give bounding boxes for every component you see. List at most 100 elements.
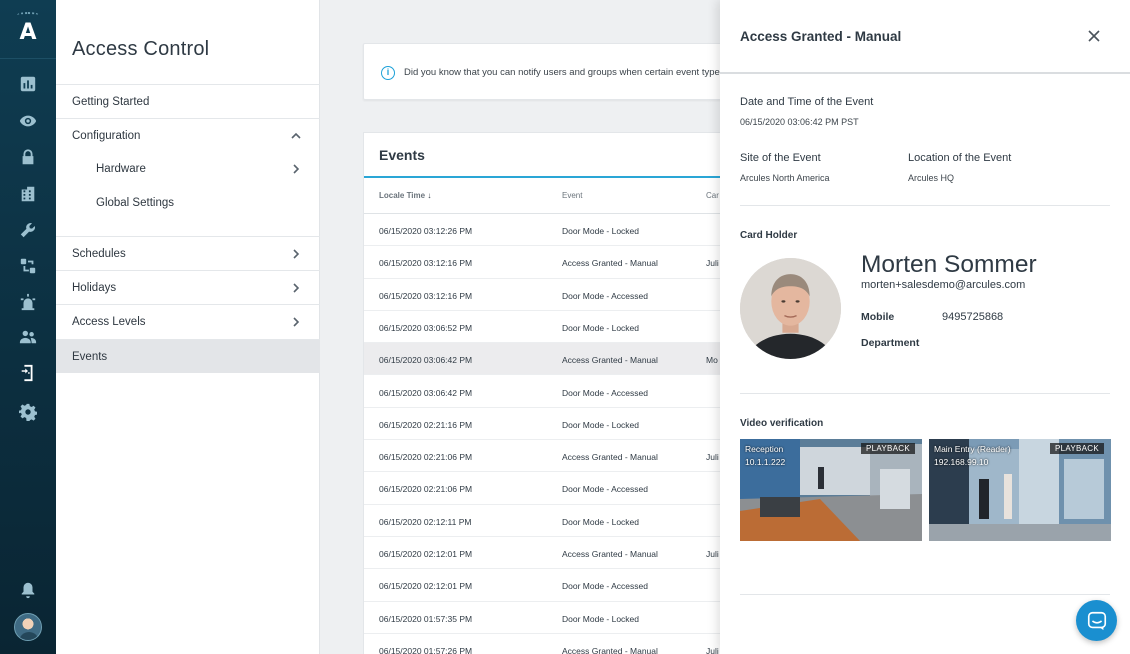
drawer-title: Access Granted - Manual [740,29,902,44]
playback-badge[interactable]: PLAYBACK [860,443,915,454]
datetime-label: Date and Time of the Event [740,96,874,108]
bell-icon[interactable] [16,578,40,602]
nav-item-configuration[interactable]: Configuration [56,118,320,152]
cell-event: Access Granted - Manual [562,549,658,559]
table-row[interactable]: 06/15/2020 02:12:01 PM Access Granted - M… [364,537,762,570]
divider [740,594,1110,595]
cell-event: Access Granted - Manual [562,258,658,269]
chevron-right-icon [290,163,302,175]
logo-letter: A [19,19,37,45]
table-row[interactable]: 06/15/2020 03:06:42 PM Door Mode - Access… [364,376,762,408]
camera-tile-main-entry[interactable]: Main Entry (Reader) 192.168.99.10 PLAYBA… [929,439,1111,541]
nav-item-hardware[interactable]: Hardware [56,152,320,186]
cell-event: Door Mode - Locked [562,226,640,236]
chevron-up-icon [290,130,302,142]
nav-item-label: Events [72,350,108,363]
cell-time: 06/15/2020 03:06:52 PM [379,322,473,333]
table-row[interactable]: 06/15/2020 03:06:52 PM Door Mode - Locked [364,311,762,344]
cell-card: Juli [706,645,719,654]
door-access-icon[interactable] [16,361,40,385]
cell-event: Door Mode - Accessed [562,581,648,592]
table-header: Locale Time ↓ Event Car [364,176,762,214]
cell-time: 06/15/2020 02:12:11 PM [379,516,472,527]
camera-feed-image [929,439,1111,541]
cell-time: 06/15/2020 03:12:16 PM [379,290,473,301]
table-row[interactable]: 06/15/2020 02:21:16 PM Door Mode - Locked [364,408,762,441]
cell-time: 06/15/2020 02:12:01 PM [379,549,473,559]
logo-dots [17,12,39,18]
cell-event: Door Mode - Accessed [562,484,648,495]
table-row[interactable]: 06/15/2020 03:12:16 PM Door Mode - Access… [364,279,762,311]
cell-event: Door Mode - Accessed [562,387,648,398]
cardholder-name: Morten Sommer [861,251,1037,278]
cell-card: Juli [706,258,719,269]
cell-card: Juli [706,549,719,559]
chat-icon [1087,611,1106,630]
nav-item-label: Configuration [72,129,141,142]
icon-rail: A [0,0,56,654]
datetime-value: 06/15/2020 03:06:42 PM PST [740,117,859,127]
playback-badge[interactable]: PLAYBACK [1049,443,1104,454]
info-icon: i [381,66,395,80]
mobile-label: Mobile [861,311,895,323]
cell-event: Door Mode - Locked [562,516,640,527]
table-row[interactable]: 06/15/2020 02:21:06 PM Access Granted - M… [364,440,762,473]
table-row[interactable]: 06/15/2020 02:21:06 PM Door Mode - Access… [364,472,762,505]
cell-time: 06/15/2020 02:21:16 PM [379,419,473,430]
cell-time: 06/15/2020 03:06:42 PM [379,355,473,366]
table-row[interactable]: 06/15/2020 03:12:16 PM Access Granted - M… [364,246,762,279]
video-verification-label: Video verification [740,418,824,429]
table-row[interactable]: 06/15/2020 03:06:42 PM Access Granted - M… [364,343,762,376]
cardholder-label: Card Holder [740,230,798,241]
users-icon[interactable] [16,325,40,349]
column-header-time[interactable]: Locale Time ↓ [379,191,431,200]
camera-ip: 192.168.99.10 [934,457,989,467]
nav-title: Access Control [72,38,210,60]
chevron-right-icon [290,316,302,328]
column-header-event[interactable]: Event [562,191,582,200]
nav-item-global-settings[interactable]: Global Settings [56,186,320,220]
lock-icon[interactable] [16,145,40,169]
nav-item-schedules[interactable]: Schedules [56,236,320,270]
camera-ip: 10.1.1.222 [745,457,786,467]
access-control-nav: Access Control Getting Started Configura… [56,0,320,654]
wrench-icon[interactable] [16,218,40,242]
dashboard-icon[interactable] [16,72,40,96]
site-value: Arcules North America [740,173,830,183]
building-icon[interactable] [16,182,40,206]
eye-icon[interactable] [16,109,40,133]
close-icon[interactable] [1086,28,1102,44]
cell-event: Door Mode - Accessed [562,290,648,301]
events-card: Events Locale Time ↓ Event Car 06/15/202… [363,132,763,654]
table-row[interactable]: 06/15/2020 02:12:11 PM Door Mode - Locked [364,505,762,537]
cell-event: Access Granted - Manual [562,452,658,463]
divider [740,205,1110,206]
cell-time: 06/15/2020 03:12:26 PM [379,226,473,236]
camera-name: Main Entry (Reader) [934,444,1011,454]
user-avatar[interactable] [14,613,42,641]
arcules-logo[interactable]: A [0,12,56,50]
alarm-icon[interactable] [16,290,40,314]
column-header-label: Locale Time [379,191,426,200]
drawer-divider [720,72,1130,74]
cell-time: 06/15/2020 03:12:16 PM [379,258,473,269]
workflow-icon[interactable] [16,254,40,278]
table-row[interactable]: 06/15/2020 03:12:26 PM Door Mode - Locked [364,214,762,247]
nav-item-label: Getting Started [72,95,150,108]
column-header-card[interactable]: Car [706,191,719,200]
cell-event: Door Mode - Locked [562,322,640,333]
cell-card: Juli [706,452,719,463]
nav-item-access-levels[interactable]: Access Levels [56,304,320,338]
nav-item-getting-started[interactable]: Getting Started [56,84,320,118]
chat-launcher-button[interactable] [1076,600,1117,641]
table-row[interactable]: 06/15/2020 01:57:26 PM Access Granted - M… [364,634,762,654]
cell-event: Door Mode - Locked [562,613,640,624]
gear-icon[interactable] [16,400,40,424]
table-row[interactable]: 06/15/2020 02:12:01 PM Door Mode - Access… [364,569,762,602]
chevron-right-icon [290,248,302,260]
nav-item-holidays[interactable]: Holidays [56,270,320,304]
nav-item-events[interactable]: Events [56,339,320,373]
cell-time: 06/15/2020 02:12:01 PM [379,581,473,592]
table-row[interactable]: 06/15/2020 01:57:35 PM Door Mode - Locked [364,602,762,634]
camera-tile-reception[interactable]: Reception 10.1.1.222 PLAYBACK [740,439,922,541]
